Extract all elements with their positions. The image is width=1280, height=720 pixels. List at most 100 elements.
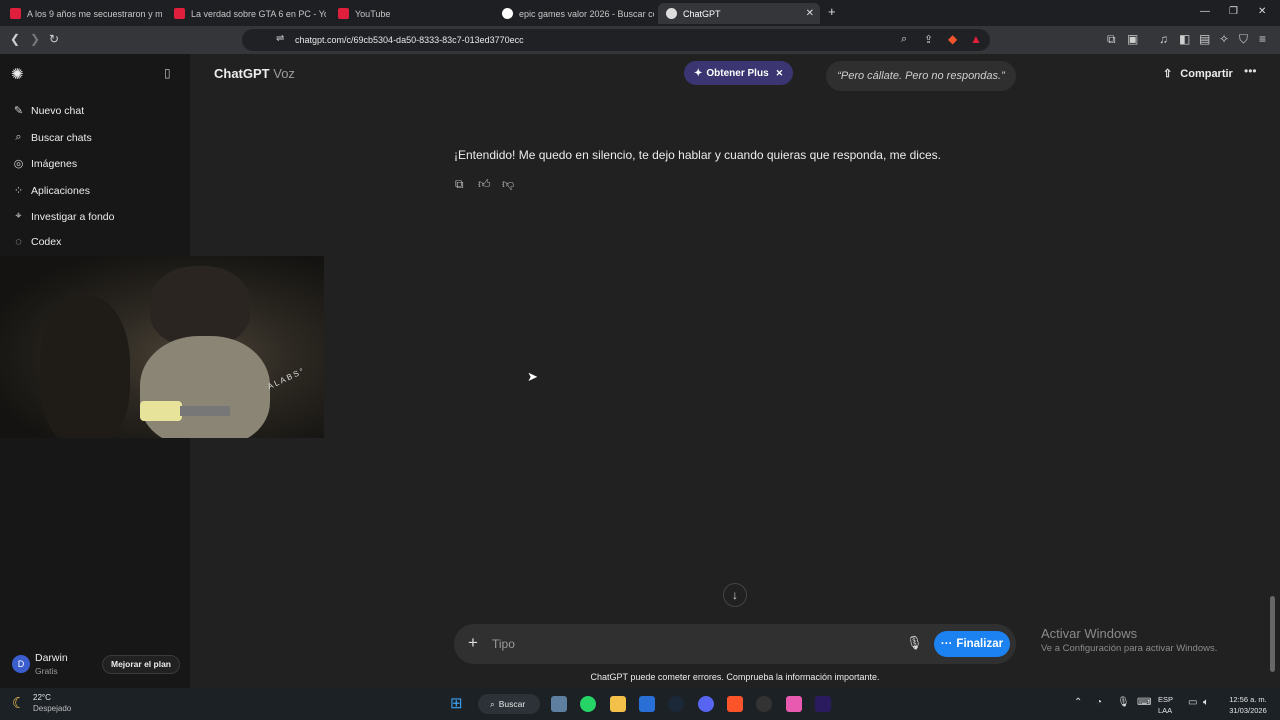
media-icon[interactable]: ♫ <box>1159 32 1168 46</box>
copy-icon[interactable]: ⧉ <box>455 177 464 192</box>
codex-icon: ◌ <box>15 236 22 248</box>
sidebar-item-label: Buscar chats <box>31 131 92 144</box>
brave-shield-icon[interactable]: ◆ <box>948 32 957 46</box>
tray-mic-icon[interactable]: 🎙︎ <box>1117 697 1130 708</box>
activate-windows-subtitle: Ve a Configuración para activar Windows. <box>1041 643 1218 654</box>
scroll-down-button[interactable]: ↓ <box>723 583 747 607</box>
restore-icon[interactable]: ❐ <box>1229 6 1238 17</box>
clock-time[interactable]: 12:56 a. m. <box>1226 695 1270 704</box>
whatsapp-icon[interactable] <box>580 696 596 712</box>
sidebar-item-label: Imágenes <box>31 157 78 170</box>
taskbar-search[interactable]: ⌕ Buscar <box>478 694 540 714</box>
browser-tab[interactable]: La verdad sobre GTA 6 en PC - YouTu <box>166 3 326 24</box>
thumbs-up-icon[interactable]: 👍︎ <box>478 177 491 192</box>
forward-icon[interactable]: ❯ <box>30 32 40 46</box>
end-voice-button[interactable]: ··· Finalizar <box>934 631 1010 657</box>
voice-transcript-bubble: “Pero cállate. Pero no respondas.” <box>826 61 1016 91</box>
leo-icon[interactable]: ✧ <box>1219 32 1229 46</box>
back-icon[interactable]: ❮ <box>10 32 20 46</box>
address-bar-row: ❮ ❯ ↻ ⚑ ⇌ chatgpt.com/c/69cb5304-da50-83… <box>0 26 1280 54</box>
moon-weather-icon[interactable]: ☾ <box>12 694 25 712</box>
reload-icon[interactable]: ↻ <box>49 32 59 46</box>
weather-temp[interactable]: 22°C <box>33 693 51 702</box>
steam-icon[interactable] <box>668 696 684 712</box>
site-info-icon[interactable]: ⇌ <box>276 33 284 44</box>
discord-icon[interactable] <box>698 696 714 712</box>
tray-chevron-icon[interactable]: ⌃ <box>1074 697 1082 708</box>
sidebar-item-codex[interactable]: ◌ Codex <box>12 236 61 248</box>
brave-icon[interactable] <box>727 696 743 712</box>
mouse-cursor-icon: ➤ <box>527 369 538 384</box>
obs-icon[interactable] <box>756 696 772 712</box>
user-name[interactable]: Darwin <box>35 652 68 664</box>
page-title[interactable]: ChatGPT Voz <box>214 66 295 81</box>
store-icon[interactable] <box>639 696 655 712</box>
screenshot-icon[interactable]: ▣ <box>1127 32 1138 46</box>
more-options-icon[interactable]: ••• <box>1244 64 1257 78</box>
mic-light <box>140 401 182 421</box>
extensions-icon[interactable]: ⧉ <box>1107 32 1116 47</box>
new-tab-icon[interactable]: + <box>828 4 836 19</box>
share-button[interactable]: ⇧ Compartir <box>1163 67 1233 80</box>
sidebar-item-apps[interactable]: ⁘ Aplicaciones <box>12 184 90 198</box>
tab-title: epic games valor 2026 - Buscar con G <box>519 8 654 19</box>
add-attachment-icon[interactable]: + <box>468 633 478 653</box>
get-plus-button[interactable]: ✦ Obtener Plus ✕ <box>684 61 794 85</box>
close-window-icon[interactable]: ✕ <box>1258 6 1266 17</box>
keyboard-icon[interactable]: ⌨ <box>1137 697 1151 708</box>
message-input[interactable]: Tipo <box>492 637 515 651</box>
browser-tab[interactable]: YouTube <box>330 3 490 24</box>
tray-app-icon[interactable]: ◔ <box>1096 697 1102 708</box>
minimize-icon[interactable]: — <box>1200 6 1210 17</box>
sidebar-item-deep-research[interactable]: ⌖ Investigar a fondo <box>12 210 114 223</box>
tab-title: YouTube <box>355 8 391 19</box>
scrollbar[interactable] <box>1270 596 1275 672</box>
windows-start-icon[interactable]: ⊞ <box>450 694 463 712</box>
taskbar-search-label: Buscar <box>498 699 526 709</box>
calculator-icon[interactable] <box>551 696 567 712</box>
network-icon[interactable]: ▭ <box>1188 697 1197 708</box>
upgrade-plan-button[interactable]: Mejorar el plan <box>102 655 180 674</box>
share-page-icon[interactable]: ⇪ <box>924 33 933 46</box>
tab-title: La verdad sobre GTA 6 en PC - YouTu <box>191 8 326 19</box>
close-tab-icon[interactable]: ✕ <box>806 8 814 19</box>
tab-strip: A los 9 años me secuestraron y me e La v… <box>0 0 1280 26</box>
upload-icon: ⇧ <box>1163 68 1173 80</box>
vpn-icon[interactable]: ⛉ <box>1239 32 1248 47</box>
sidebar-item-new-chat[interactable]: ✎ Nuevo chat <box>12 104 84 118</box>
collapse-sidebar-icon[interactable]: ▯ <box>164 66 171 80</box>
thumbs-down-icon[interactable]: 👎︎ <box>502 177 514 192</box>
volume-icon[interactable]: 🔈︎ <box>1203 697 1209 708</box>
edit-icon: ✎ <box>13 105 24 117</box>
telescope-icon: ⌖ <box>15 210 22 222</box>
sidebar-item-label: Codex <box>31 236 62 248</box>
language-secondary[interactable]: LAA <box>1158 706 1172 715</box>
browser-tab-active[interactable]: ChatGPT ✕ <box>658 3 820 24</box>
browser-tab[interactable]: epic games valor 2026 - Buscar con G <box>494 3 654 24</box>
search-icon: ⌕ <box>490 698 495 709</box>
url-field[interactable]: ⇌ chatgpt.com/c/69cb5304-da50-8333-83c7-… <box>242 29 990 51</box>
menu-icon[interactable]: ≡ <box>1259 32 1266 46</box>
tab-title: ChatGPT <box>683 8 721 19</box>
browser-tab[interactable]: A los 9 años me secuestraron y me e <box>2 3 162 24</box>
zoom-icon[interactable]: ⌕ <box>901 33 907 46</box>
file-explorer-icon[interactable] <box>610 696 626 712</box>
arrow-down-icon: ↓ <box>732 588 738 602</box>
language-primary[interactable]: ESP <box>1158 695 1173 704</box>
openai-logo-icon[interactable]: ✺ <box>11 65 24 83</box>
clock-date[interactable]: 31/03/2026 <box>1226 706 1270 715</box>
sidebar-item-search[interactable]: ⌕ Buscar chats <box>12 131 92 144</box>
sidebar-item-images[interactable]: ◎ Imágenes <box>12 157 78 171</box>
person-shirt <box>140 336 270 438</box>
dismiss-icon[interactable]: ✕ <box>776 68 784 79</box>
avatar[interactable]: D <box>12 655 30 673</box>
youtube-icon <box>338 8 349 19</box>
premiere-icon[interactable] <box>815 696 831 712</box>
sidebar-toggle-icon[interactable]: ◧ <box>1179 32 1190 46</box>
microphone-icon[interactable]: 🎙︎ <box>906 635 923 651</box>
youtube-icon <box>10 8 21 19</box>
capcut-icon[interactable] <box>786 696 802 712</box>
wallet-icon[interactable]: ▤ <box>1199 32 1210 46</box>
get-plus-label: Obtener Plus <box>706 67 769 79</box>
brave-rewards-icon[interactable]: ▲ <box>970 32 982 46</box>
